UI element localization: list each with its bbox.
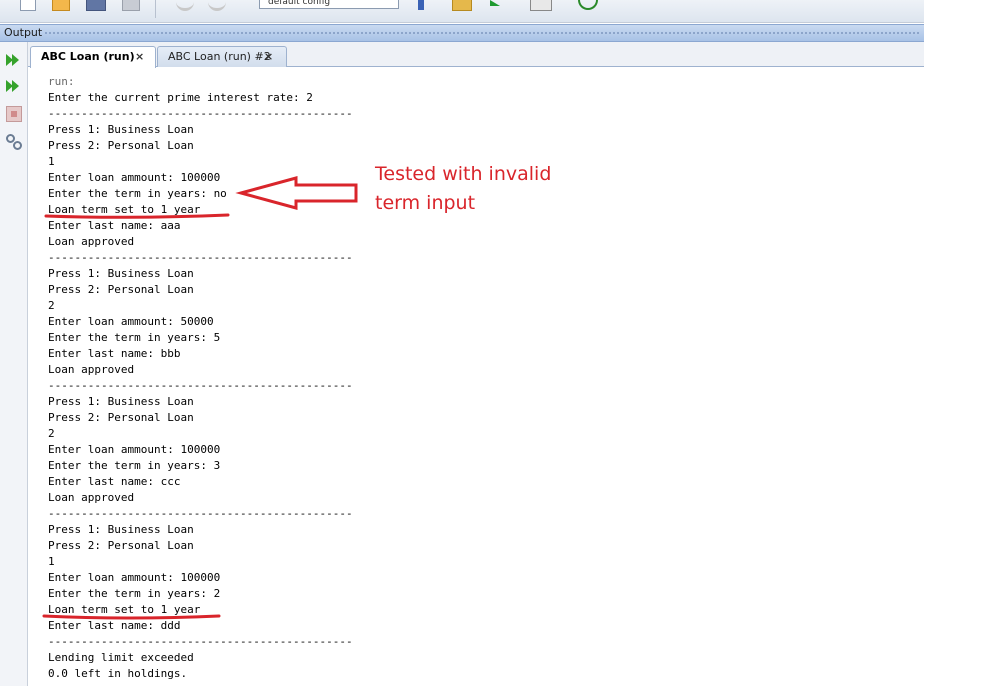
annotation-line: term input: [375, 192, 476, 214]
annotation-layer: [42, 176, 358, 620]
arrow-annotation: [235, 176, 358, 210]
annotation-line: Tested with invalid: [375, 163, 552, 185]
underline-annotation: [44, 213, 230, 219]
annotation-note: Tested with invalid term input: [375, 160, 615, 218]
underline-annotation: [42, 614, 221, 620]
